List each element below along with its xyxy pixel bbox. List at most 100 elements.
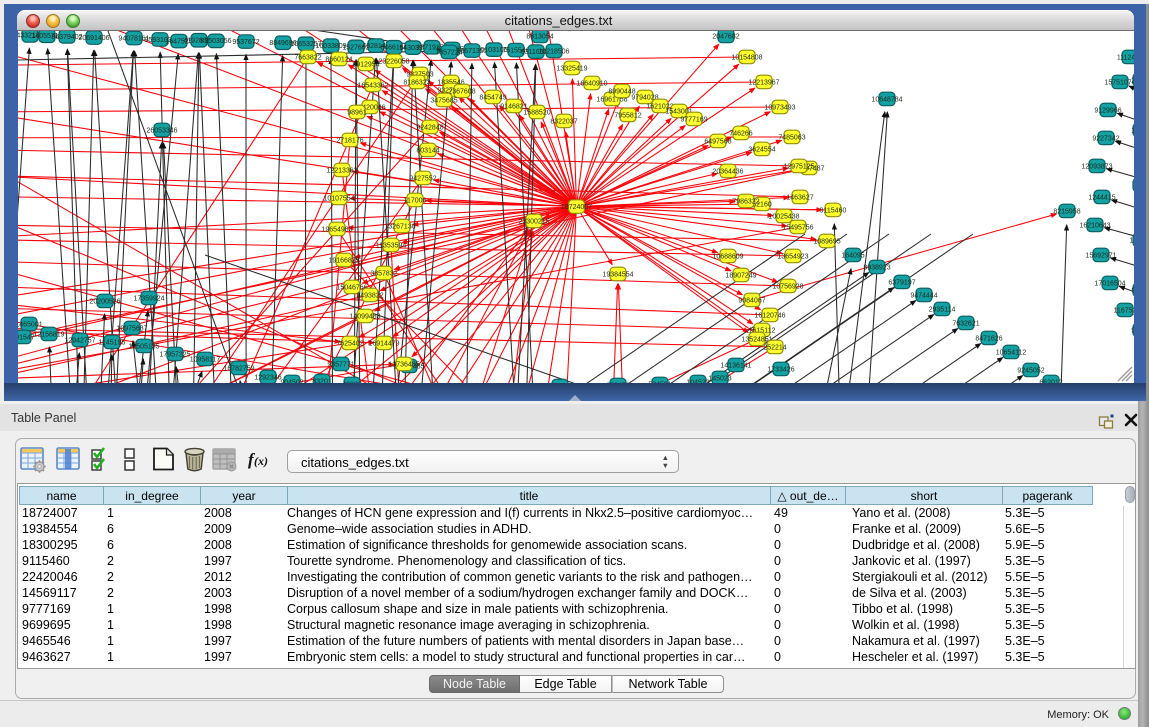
svg-text:6497568: 6497568 [704,138,731,145]
svg-text:10154808: 10154808 [731,54,762,61]
svg-text:83201: 83201 [312,378,332,383]
svg-text:16914479: 16914479 [368,340,399,347]
svg-text:22741: 22741 [1131,77,1134,84]
svg-text:19218506: 19218506 [538,48,569,55]
svg-text:14410: 14410 [1131,127,1134,134]
svg-text:3267130: 3267130 [388,223,415,230]
svg-text:14099483: 14099483 [349,313,380,320]
svg-text:13654923: 13654923 [777,253,808,260]
svg-text:16543362: 16543362 [357,82,388,89]
svg-text:2718176: 2718176 [336,137,363,144]
svg-text:20200526: 20200526 [89,298,120,305]
svg-text:8322037: 8322037 [550,118,577,125]
svg-text:9777169: 9777169 [680,116,707,123]
svg-text:2047682: 2047682 [712,33,739,40]
svg-text:10973493: 10973493 [764,104,795,111]
svg-text:9084067: 9084067 [738,297,765,304]
svg-text:3493822: 3493822 [356,292,383,299]
svg-text:12213363: 12213363 [326,167,357,174]
svg-text:12213967: 12213967 [748,79,779,86]
svg-text:8215958: 8215958 [1053,208,1080,215]
svg-text:120105: 120105 [1129,237,1134,244]
svg-text:662012: 662012 [1039,379,1062,383]
svg-text:19166825: 19166825 [328,257,359,264]
svg-text:9242848: 9242848 [416,124,443,131]
svg-text:1244415: 1244415 [1088,194,1115,201]
svg-text:1089695: 1089695 [813,238,840,245]
svg-text:90211: 90211 [1132,287,1134,294]
svg-text:19654983: 19654983 [321,226,352,233]
svg-text:9427552: 9427552 [409,175,436,182]
svg-text:23226058: 23226058 [378,58,409,65]
svg-text:252214: 252214 [763,344,786,351]
svg-text:12942757: 12942757 [64,337,95,344]
svg-text:9857771: 9857771 [327,361,354,368]
svg-text:7857224: 7857224 [435,49,462,56]
svg-text:10025438: 10025438 [768,213,799,220]
svg-text:145023: 145023 [708,375,731,382]
svg-text:2367608: 2367608 [448,88,475,95]
svg-text:(x): (x) [254,454,268,468]
svg-text:7485063: 7485063 [778,134,805,141]
svg-text:9115460: 9115460 [820,207,847,214]
svg-text:40332: 40332 [342,381,362,383]
svg-text:98961: 98961 [347,109,367,116]
svg-text:7663822: 7663822 [294,54,321,61]
svg-text:12505135: 12505135 [128,343,159,350]
svg-text:104523: 104523 [686,379,709,383]
svg-text:1292346: 1292346 [254,374,281,381]
svg-text:8813054: 8813054 [526,33,553,40]
svg-text:7986322: 7986322 [732,198,759,205]
svg-text:2935114: 2935114 [929,306,956,313]
svg-text:7625402: 7625402 [336,340,363,347]
svg-text:16120746: 16120746 [754,312,785,319]
svg-text:7955812: 7955812 [614,112,641,119]
svg-text:1145195: 1145195 [99,339,126,346]
svg-text:9474444: 9474444 [910,292,937,299]
svg-text:16210643: 16210643 [1079,222,1110,229]
svg-text:1463627: 1463627 [786,194,813,201]
svg-text:12156819: 12156819 [33,331,64,338]
svg-text:9245052: 9245052 [1017,367,1044,374]
svg-text:20691406: 20691406 [78,35,109,42]
svg-text:11353594: 11353594 [376,242,407,249]
svg-text:18907249: 18907249 [725,272,756,279]
svg-text:9537672: 9537672 [232,39,259,46]
svg-text:391547: 391547 [18,334,35,341]
svg-text:10648784: 10648784 [871,96,902,103]
svg-text:8471626: 8471626 [975,335,1002,342]
svg-text:6379197: 6379197 [888,279,915,286]
svg-text:524501: 524501 [648,381,671,383]
svg-text:803144: 803144 [416,147,439,154]
svg-text:164095: 164095 [841,252,864,259]
svg-text:8186323: 8186323 [403,79,430,86]
svg-text:83503056: 83503056 [200,38,231,45]
svg-text:13736485: 13736485 [388,361,419,368]
svg-text:20364436: 20364436 [712,168,743,175]
svg-text:904502: 904502 [280,379,303,383]
svg-text:23300215: 23300215 [518,218,549,225]
svg-text:16640910: 16640910 [576,80,607,87]
svg-text:15692971: 15692971 [1085,252,1116,259]
svg-text:8660124: 8660124 [325,56,352,63]
svg-text:7632621: 7632621 [952,320,979,327]
svg-text:3857832: 3857832 [370,270,397,277]
svg-text:10958117: 10958117 [190,356,221,363]
svg-text:17359924: 17359924 [133,295,164,302]
svg-text:8112: 8112 [1133,182,1134,189]
svg-text:10654112: 10654112 [996,349,1027,356]
svg-text:9227342: 9227342 [1092,135,1119,142]
svg-text:17957225: 17957225 [159,351,190,358]
svg-text:8938923: 8938923 [863,264,890,271]
svg-text:92450: 92450 [1131,327,1134,334]
svg-text:15495756: 15495756 [782,224,813,231]
svg-text:746266: 746266 [729,130,752,137]
svg-text:12975125: 12975125 [783,163,814,170]
svg-text:10688609: 10688609 [712,253,743,260]
svg-text:3624554: 3624554 [748,146,775,153]
svg-text:116753: 116753 [1114,307,1134,314]
svg-text:1465001: 1465001 [18,321,43,328]
svg-text:1112480: 1112480 [1117,54,1134,61]
svg-text:9129966: 9129966 [1094,107,1121,114]
svg-text:18724007: 18724007 [561,204,592,211]
